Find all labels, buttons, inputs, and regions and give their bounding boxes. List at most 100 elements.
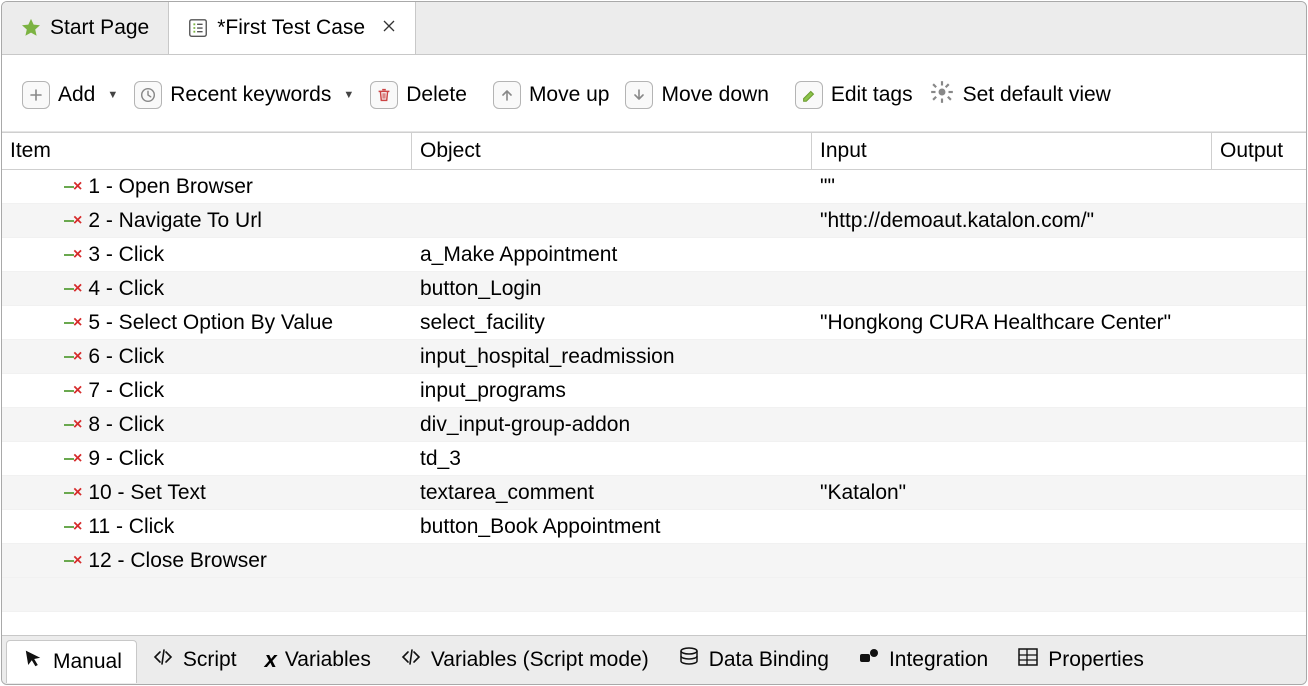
caret-down-icon: ▼: [107, 89, 118, 101]
cell-item: ×6 - Click: [2, 345, 412, 369]
trash-icon: [370, 81, 398, 109]
tab-label: Script: [183, 648, 237, 672]
cell-object: button_Book Appointment: [412, 515, 812, 539]
table-row[interactable]: × 2 - Navigate To Url "http://demoaut.kata…: [2, 204, 1306, 238]
step-label: 8 - Click: [88, 413, 164, 437]
add-label: Add: [58, 83, 95, 107]
col-input[interactable]: Input: [812, 133, 1212, 169]
cell-input: "http://demoaut.katalon.com/": [812, 209, 1212, 233]
arrow-up-icon: [493, 81, 521, 109]
cell-item: × 10 - Set Text: [2, 481, 412, 505]
tab-script[interactable]: Script: [137, 639, 251, 681]
recent-keywords-button[interactable]: Recent keywords ▼: [128, 79, 360, 111]
cell-input: "Hongkong CURA Healthcare Center": [812, 311, 1212, 335]
step-label: 7 - Click: [88, 379, 164, 403]
cell-object: input_programs: [412, 379, 812, 403]
app-window: Start Page *First Test Case: [1, 1, 1307, 685]
table-row[interactable]: ×9 - Clicktd_3: [2, 442, 1306, 476]
integration-icon: [857, 645, 881, 675]
cell-item: × 11 - Click: [2, 515, 412, 539]
table-row[interactable]: ×5 - Select Option By Valueselect_facili…: [2, 306, 1306, 340]
step-label: 10 - Set Text: [88, 481, 206, 505]
table-row[interactable]: × 11 - Click button_Book Appointment: [2, 510, 1306, 544]
close-icon[interactable]: [381, 18, 397, 38]
table-row[interactable]: ×3 - Clicka_Make Appointment: [2, 238, 1306, 272]
tab-first-test-case[interactable]: *First Test Case: [168, 2, 416, 54]
move-down-button[interactable]: Move down: [619, 79, 774, 111]
set-default-label: Set default view: [963, 83, 1111, 107]
tab-label: *First Test Case: [217, 16, 365, 40]
star-icon: [20, 17, 42, 39]
tab-label: Variables: [285, 648, 371, 672]
cell-object: div_input-group-addon: [412, 413, 812, 437]
keyword-icon: ×: [64, 383, 82, 399]
keyword-icon: ×: [64, 179, 82, 195]
delete-label: Delete: [406, 83, 467, 107]
cell-object: textarea_comment: [412, 481, 812, 505]
plus-icon: [22, 81, 50, 109]
keyword-icon: ×: [64, 417, 82, 433]
col-output[interactable]: Output: [1212, 133, 1300, 169]
keyword-icon: ×: [64, 519, 82, 535]
tab-start-page[interactable]: Start Page: [2, 2, 168, 54]
step-label: 11 - Click: [88, 515, 174, 539]
keyword-icon: ×: [64, 553, 82, 569]
cell-item: ×1 - Open Browser: [2, 175, 412, 199]
table-body[interactable]: ×1 - Open Browser "" × 2 - Navigate To Url "…: [2, 170, 1306, 635]
tab-label: Start Page: [50, 16, 149, 40]
table-row-blank: [2, 578, 1306, 612]
tab-integration[interactable]: Integration: [843, 639, 1002, 681]
recent-label: Recent keywords: [170, 83, 331, 107]
code-icon: [399, 645, 423, 675]
tab-manual[interactable]: Manual: [6, 640, 137, 683]
cell-item: × 7 - Click: [2, 379, 412, 403]
keyword-icon: ×: [64, 349, 82, 365]
tab-label: Data Binding: [709, 648, 829, 672]
delete-button[interactable]: Delete: [364, 79, 473, 111]
code-icon: [151, 645, 175, 675]
table-row[interactable]: ×4 - Clickbutton_Login: [2, 272, 1306, 306]
edit-tags-button[interactable]: Edit tags: [789, 79, 919, 111]
move-up-button[interactable]: Move up: [487, 79, 616, 111]
move-up-label: Move up: [529, 83, 610, 107]
table-header: Item Object Input Output: [2, 132, 1306, 170]
tab-variables-script[interactable]: Variables (Script mode): [385, 639, 663, 681]
tab-variables[interactable]: x Variables: [251, 641, 385, 679]
step-label: 3 - Click: [88, 243, 164, 267]
cell-input: "": [812, 175, 1212, 199]
table-row[interactable]: ×1 - Open Browser "": [2, 170, 1306, 204]
edit-tags-label: Edit tags: [831, 83, 913, 107]
move-down-label: Move down: [661, 83, 768, 107]
cell-object: td_3: [412, 447, 812, 471]
keyword-icon: ×: [64, 281, 82, 297]
col-item[interactable]: Item: [2, 133, 412, 169]
tab-properties[interactable]: Properties: [1002, 639, 1158, 681]
table-row[interactable]: ×12 - Close Browser: [2, 544, 1306, 578]
tab-data-binding[interactable]: Data Binding: [663, 639, 843, 681]
cell-item: ×3 - Click: [2, 243, 412, 267]
toolbar: Add ▼ Recent keywords ▼ De: [2, 55, 1306, 132]
tab-label: Integration: [889, 648, 988, 672]
arrow-down-icon: [625, 81, 653, 109]
table-row[interactable]: × 7 - Click input_programs: [2, 374, 1306, 408]
pencil-icon: [795, 81, 823, 109]
keyword-icon: ×: [64, 213, 82, 229]
cursor-icon: [21, 647, 45, 677]
cell-object: button_Login: [412, 277, 812, 301]
cell-input: "Katalon": [812, 481, 1212, 505]
step-label: 2 - Navigate To Url: [88, 209, 262, 233]
cell-object: select_facility: [412, 311, 812, 335]
table-row[interactable]: ×6 - Clickinput_hospital_readmission: [2, 340, 1306, 374]
keyword-icon: ×: [64, 315, 82, 331]
table-row[interactable]: × 10 - Set Text textarea_comment"Katalon": [2, 476, 1306, 510]
editor-tabbar: Start Page *First Test Case: [2, 2, 1306, 55]
step-label: 9 - Click: [88, 447, 164, 471]
test-case-icon: [187, 17, 209, 39]
gear-icon: [929, 79, 955, 111]
cell-item: × 8 - Click: [2, 413, 412, 437]
add-button[interactable]: Add ▼: [16, 79, 124, 111]
col-object[interactable]: Object: [412, 133, 812, 169]
table-row[interactable]: × 8 - Click div_input-group-addon: [2, 408, 1306, 442]
set-default-view-button[interactable]: Set default view: [923, 77, 1117, 113]
keyword-icon: ×: [64, 485, 82, 501]
